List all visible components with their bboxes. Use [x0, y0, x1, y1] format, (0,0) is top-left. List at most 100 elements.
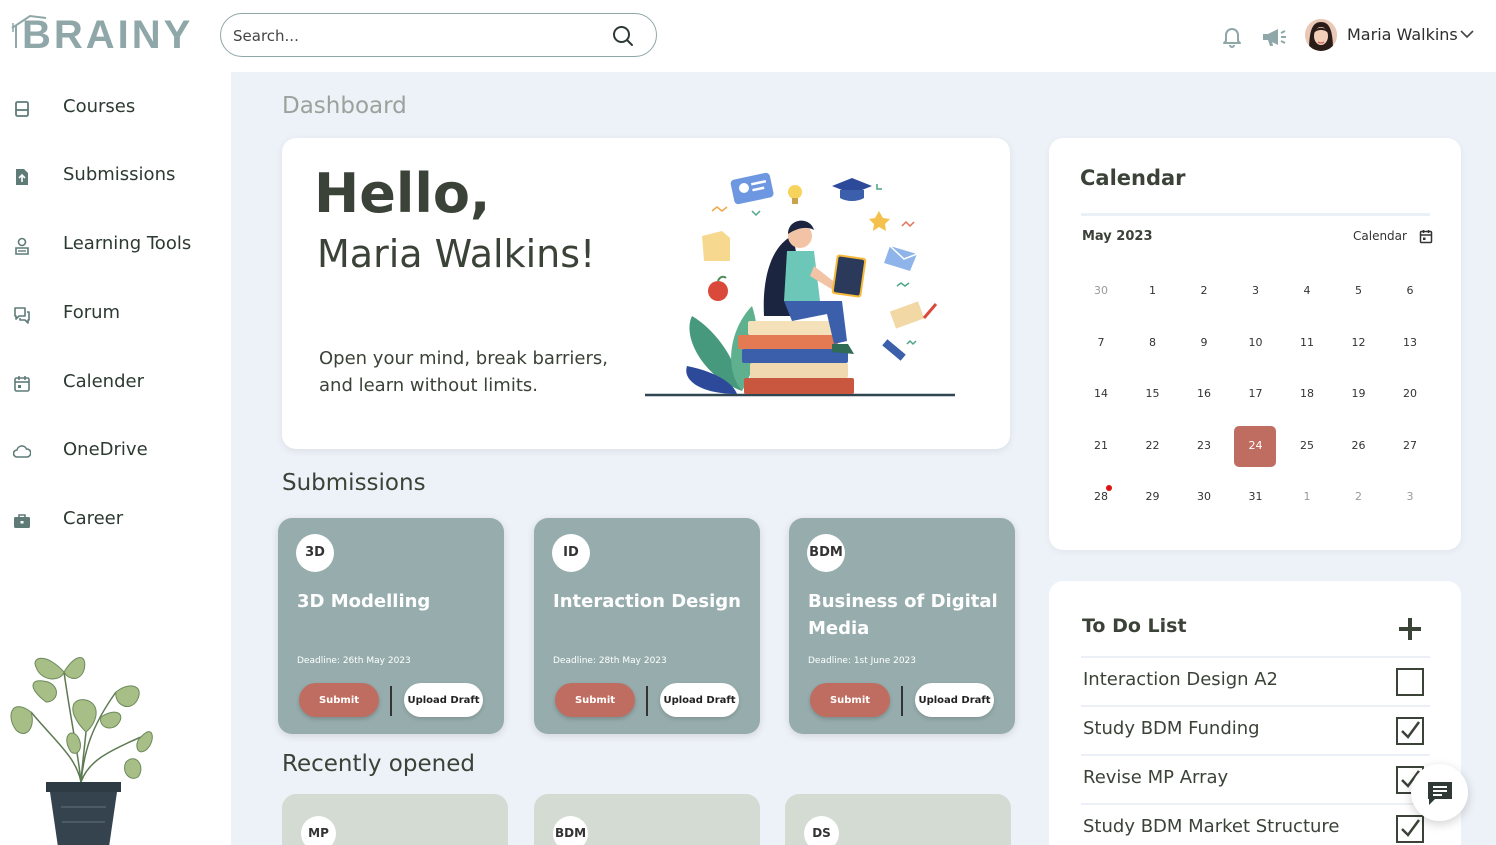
sidebar-item-label: Calender [63, 371, 144, 392]
calendar-day[interactable]: 11 [1286, 336, 1328, 349]
recent-course-card[interactable]: DS [785, 794, 1011, 845]
user-avatar[interactable] [1305, 19, 1337, 51]
calendar-day[interactable]: 4 [1286, 284, 1328, 297]
student-studying-illustration [645, 172, 955, 397]
calendar-day[interactable]: 19 [1338, 387, 1380, 400]
calendar-day[interactable]: 26 [1338, 439, 1380, 452]
search-input[interactable] [233, 24, 593, 48]
calendar-day[interactable]: 14 [1080, 387, 1122, 400]
calendar-day[interactable]: 2 [1183, 284, 1225, 297]
todo-checkbox[interactable] [1396, 668, 1424, 696]
calendar-day[interactable]: 27 [1389, 439, 1431, 452]
recent-course-card[interactable]: MP [282, 794, 508, 845]
brainy-logo[interactable]: BRAINY [10, 12, 190, 57]
recently-opened-heading: Recently opened [282, 751, 475, 777]
course-title: Business of Digital Media [808, 591, 998, 639]
calendar-day[interactable]: 24 [1235, 439, 1277, 452]
calendar-day[interactable]: 15 [1132, 387, 1174, 400]
todo-checkbox[interactable] [1396, 717, 1424, 745]
submissions-icon [16, 169, 28, 185]
megaphone-icon[interactable] [1261, 26, 1287, 48]
recent-course-card[interactable]: BDM [534, 794, 760, 845]
upload-draft-button[interactable]: Upload Draft [915, 683, 994, 717]
deadline-text: Deadline: 26th May 2023 [297, 656, 411, 666]
divider [646, 686, 648, 716]
todo-checkbox[interactable] [1396, 815, 1424, 843]
todo-item: Interaction Design A2 [1081, 656, 1430, 705]
sidebar-item-calender[interactable]: Calender [0, 358, 231, 408]
todo-text: Revise MP Array [1083, 767, 1229, 788]
sidebar-item-forum[interactable]: Forum [0, 289, 231, 339]
calendar-day[interactable]: 22 [1132, 439, 1174, 452]
calendar-day[interactable]: 16 [1183, 387, 1225, 400]
cloud-icon [13, 445, 31, 458]
calendar-day[interactable]: 3 [1389, 490, 1431, 503]
submission-card: BDM Business of Digital Media Deadline: … [789, 518, 1015, 734]
calendar-icon[interactable] [1419, 229, 1433, 244]
sidebar-item-label: OneDrive [63, 439, 148, 460]
upload-draft-button[interactable]: Upload Draft [660, 683, 739, 717]
course-title: Interaction Design [553, 591, 741, 612]
todo-text: Interaction Design A2 [1083, 669, 1279, 690]
calendar-link[interactable]: Calendar [1353, 229, 1407, 243]
chevron-down-icon[interactable] [1460, 29, 1474, 39]
calendar-day[interactable]: 18 [1286, 387, 1328, 400]
calendar-day[interactable]: 29 [1132, 490, 1174, 503]
greeting-heading: Hello, [314, 162, 491, 225]
sidebar-item-onedrive[interactable]: OneDrive [0, 426, 231, 476]
chat-button[interactable] [1411, 764, 1468, 821]
search-icon[interactable] [612, 25, 634, 47]
add-icon[interactable] [1396, 615, 1424, 643]
calendar-day[interactable]: 30 [1183, 490, 1225, 503]
calendar-day[interactable]: 2 [1338, 490, 1380, 503]
courses-icon [15, 101, 29, 117]
submission-card: ID Interaction Design Deadline: 28th May… [534, 518, 760, 734]
upload-draft-button[interactable]: Upload Draft [404, 683, 483, 717]
calendar-day[interactable]: 13 [1389, 336, 1431, 349]
calendar-day[interactable]: 10 [1235, 336, 1277, 349]
sidebar: Courses Submissions Learning Tools Forum [0, 72, 231, 845]
briefcase-icon [14, 514, 30, 528]
calendar-day[interactable]: 21 [1080, 439, 1122, 452]
sidebar-item-career[interactable]: Career [0, 495, 231, 545]
calendar-day[interactable]: 7 [1080, 336, 1122, 349]
sidebar-item-courses[interactable]: Courses [0, 83, 231, 133]
calendar-day[interactable]: 8 [1132, 336, 1174, 349]
greeting-name: Maria Walkins! [317, 232, 596, 276]
sidebar-item-label: Courses [63, 96, 136, 117]
course-title: 3D Modelling [297, 591, 431, 612]
submit-button[interactable]: Submit [555, 683, 635, 717]
calendar-day[interactable]: 20 [1389, 387, 1431, 400]
sidebar-item-submissions[interactable]: Submissions [0, 151, 231, 201]
submit-button[interactable]: Submit [299, 683, 379, 717]
todo-item: Study BDM Market Structure [1081, 803, 1430, 845]
calendar-day[interactable]: 9 [1183, 336, 1225, 349]
calendar-day[interactable]: 12 [1338, 336, 1380, 349]
calendar-day[interactable]: 6 [1389, 284, 1431, 297]
calendar-day[interactable]: 1 [1132, 284, 1174, 297]
sidebar-item-learning-tools[interactable]: Learning Tools [0, 220, 231, 270]
sidebar-item-label: Forum [63, 302, 121, 323]
calendar-day[interactable]: 31 [1235, 490, 1277, 503]
calendar-day[interactable]: 23 [1183, 439, 1225, 452]
calendar-day[interactable]: 30 [1080, 284, 1122, 297]
calendar-day[interactable]: 1 [1286, 490, 1328, 503]
tagline-text: Open your mind, break barriers, and lear… [319, 348, 609, 396]
logo-text: BRAINY [22, 13, 194, 57]
calendar-month: May 2023 [1082, 229, 1153, 244]
sidebar-item-label: Learning Tools [63, 233, 192, 254]
calendar-day[interactable]: 17 [1235, 387, 1277, 400]
course-badge: MP [301, 816, 336, 845]
calendar-day[interactable]: 28 [1080, 490, 1122, 503]
submit-button[interactable]: Submit [810, 683, 890, 717]
user-name[interactable]: Maria Walkins [1347, 25, 1458, 44]
calendar-day[interactable]: 25 [1286, 439, 1328, 452]
calendar-day[interactable]: 3 [1235, 284, 1277, 297]
todo-item: Study BDM Funding [1081, 705, 1430, 754]
bell-icon[interactable] [1221, 26, 1243, 48]
sidebar-item-label: Career [63, 508, 124, 529]
chat-icon [1428, 782, 1452, 805]
search-box[interactable] [220, 13, 657, 57]
calendar-day[interactable]: 5 [1338, 284, 1380, 297]
potted-plant-illustration [10, 657, 153, 845]
